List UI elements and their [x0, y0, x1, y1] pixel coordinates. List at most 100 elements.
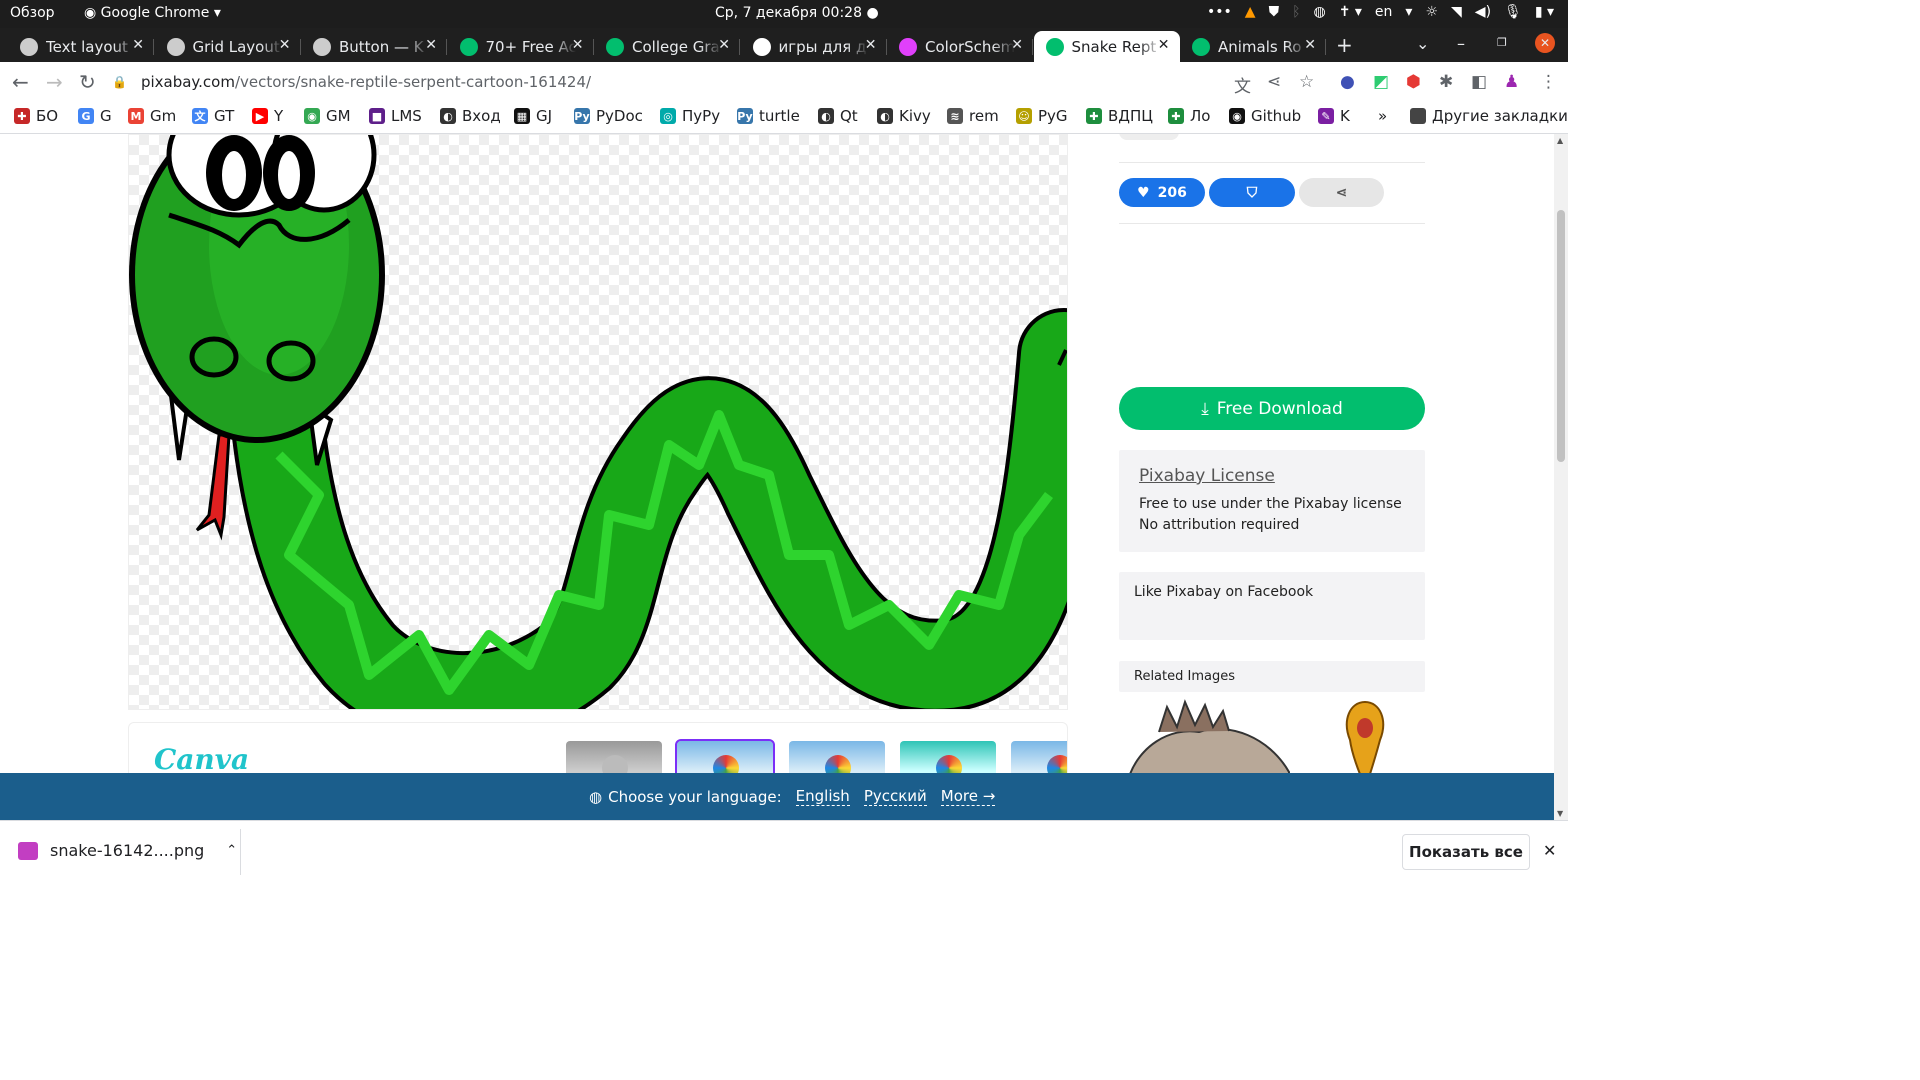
shield-icon[interactable]: ⛊ [1269, 4, 1280, 20]
bookmark-item[interactable]: Py turtle [737, 107, 800, 125]
extensions-puzzle-icon[interactable]: ✱ [1439, 72, 1453, 92]
side-panel-icon[interactable]: ◧ [1471, 72, 1487, 92]
bookmark-item[interactable]: ▶ Y [252, 107, 283, 125]
main-image[interactable] [128, 134, 1068, 710]
address-bar[interactable]: 🔒 pixabay.com/vectors/snake-reptile-serp… [112, 67, 1224, 97]
profile-avatar[interactable]: ♟ [1504, 72, 1519, 92]
bookmark-item[interactable]: 文 GT [192, 107, 234, 125]
bookmark-item[interactable]: Py PyDoc [574, 107, 643, 125]
accessibility-icon[interactable]: ✝ ▾ [1339, 4, 1362, 20]
browser-tab[interactable]: Button — K ✕ [301, 31, 447, 62]
battery-icon[interactable]: ▮ ▾ [1535, 4, 1554, 20]
bluetooth-icon[interactable]: ᛒ [1292, 4, 1300, 20]
bookmark-star-icon[interactable]: ☆ [1299, 72, 1314, 92]
language-option-more[interactable]: More → [940, 787, 996, 806]
other-bookmarks-folder[interactable]: Другие закладки [1410, 107, 1568, 125]
volume-icon[interactable]: ◀) [1475, 4, 1491, 20]
close-tab-icon[interactable]: ✕ [1158, 37, 1170, 53]
bookmark-item[interactable]: ✎ K [1318, 107, 1350, 125]
related-image-dinosaur[interactable] [1119, 697, 1299, 773]
scroll-down-icon[interactable]: ▼ [1557, 809, 1563, 818]
close-tab-icon[interactable]: ✕ [279, 37, 291, 53]
extension-icon[interactable]: ◩ [1373, 72, 1389, 92]
share-button[interactable]: ⋖ [1299, 178, 1384, 207]
bookmark-item[interactable]: ☺ PyG [1016, 107, 1068, 125]
close-tab-icon[interactable]: ✕ [425, 37, 437, 53]
clock[interactable]: Ср, 7 декабря 00:28 ● [715, 5, 879, 21]
reload-button[interactable]: ↻ [79, 70, 96, 94]
canva-template-thumb[interactable] [789, 741, 885, 773]
canva-template-thumb[interactable] [900, 741, 996, 773]
bookmarks-overflow-button[interactable]: » [1378, 107, 1387, 125]
canva-template-thumb[interactable] [675, 739, 775, 773]
app-menu[interactable]: ◉ Google Chrome ▾ [84, 5, 221, 21]
bookmark-item[interactable]: ◐ Qt [818, 107, 858, 125]
close-tab-icon[interactable]: ✕ [718, 37, 730, 53]
bookmark-item[interactable]: ◉ Github [1229, 107, 1301, 125]
close-tab-icon[interactable]: ✕ [132, 37, 144, 53]
bookmark-item[interactable]: GG [78, 107, 112, 125]
canva-template-thumb[interactable] [1011, 741, 1067, 773]
browser-tab[interactable]: Animals Ro ✕ [1180, 31, 1326, 62]
brightness-icon[interactable]: ☼ [1425, 4, 1438, 20]
language-option-english[interactable]: English [795, 787, 850, 806]
close-tab-icon[interactable]: ✕ [1011, 37, 1023, 53]
new-tab-button[interactable]: + [1336, 33, 1353, 57]
bookmark-item[interactable]: ✚ БО [14, 107, 58, 125]
canva-template-thumb[interactable] [566, 741, 662, 773]
free-download-button[interactable]: ⤓ Free Download [1119, 387, 1425, 430]
browser-tab[interactable]: College Gra ✕ [594, 31, 740, 62]
close-tab-icon[interactable]: ✕ [1304, 37, 1316, 53]
language-option-russian[interactable]: Русский [863, 787, 927, 806]
browser-tab[interactable]: игры для д ✕ [741, 31, 887, 62]
browser-tab[interactable]: Text layout ✕ [8, 31, 154, 62]
chevron-down-icon[interactable]: ▾ [1405, 4, 1412, 20]
bookmark-item[interactable]: ▦ GJ [514, 107, 552, 125]
close-shelf-icon[interactable]: ✕ [1543, 841, 1556, 860]
forward-button[interactable]: → [46, 70, 63, 94]
canva-banner[interactable]: Canva [128, 722, 1068, 773]
page-scrollbar[interactable]: ▲ ▼ [1554, 134, 1568, 820]
lock-icon[interactable]: 🔒 [112, 75, 127, 89]
browser-tab[interactable]: Grid Layout ✕ [155, 31, 301, 62]
related-image-cobra[interactable] [1340, 700, 1390, 773]
more-icon[interactable]: ••• [1207, 4, 1232, 20]
save-to-collection-button[interactable]: ⛉ [1209, 178, 1295, 207]
bookmark-item[interactable]: ◐ Kivy [877, 107, 931, 125]
bookmark-item[interactable]: ■ LMS [369, 107, 422, 125]
download-item[interactable]: snake-16142....png ⌃ [18, 841, 237, 860]
show-all-downloads-button[interactable]: Показать все [1402, 834, 1530, 870]
scroll-up-icon[interactable]: ▲ [1557, 136, 1563, 145]
close-window-button[interactable]: ✕ [1535, 33, 1555, 53]
close-tab-icon[interactable]: ✕ [865, 37, 877, 53]
vlc-icon[interactable]: ▲ [1245, 4, 1256, 20]
bookmark-item[interactable]: ✚ ВДПЦ [1086, 107, 1153, 125]
tab-search-icon[interactable]: ⌄ [1416, 34, 1429, 53]
maximize-button[interactable]: ❐ [1497, 36, 1507, 49]
license-link[interactable]: Pixabay License [1139, 466, 1275, 486]
bookmark-item[interactable]: ◐ Вход [440, 107, 501, 125]
minimize-button[interactable]: – [1457, 34, 1465, 53]
bookmark-item[interactable]: M Gm [128, 107, 176, 125]
activities-button[interactable]: Обзор [10, 5, 55, 21]
scrollbar-thumb[interactable] [1557, 210, 1565, 462]
share-icon[interactable]: ⋖ [1267, 72, 1281, 92]
bookmark-item[interactable]: ◉ GM [304, 107, 351, 125]
browser-tab[interactable]: ColorSchem ✕ [887, 31, 1033, 62]
extension-icon[interactable]: ● [1340, 72, 1355, 92]
bookmark-item[interactable]: ≋ rem [947, 107, 999, 125]
extension-badge-icon[interactable]: ⬢ [1406, 72, 1421, 92]
close-tab-icon[interactable]: ✕ [572, 37, 584, 53]
facebook-like-label[interactable]: Like Pixabay on Facebook [1134, 584, 1313, 600]
globe-icon[interactable]: ◍ [1313, 4, 1325, 20]
menu-icon[interactable]: ⋮ [1540, 72, 1557, 92]
keyboard-layout[interactable]: en [1375, 4, 1393, 20]
microphone-icon[interactable]: 🎙 [1504, 4, 1522, 20]
chevron-up-icon[interactable]: ⌃ [226, 843, 237, 858]
back-button[interactable]: ← [12, 70, 29, 94]
browser-tab[interactable]: Snake Rept ✕ [1033, 31, 1180, 62]
wifi-icon[interactable]: ◥ [1451, 4, 1462, 20]
browser-tab[interactable]: 70+ Free Ac ✕ [448, 31, 594, 62]
translate-icon[interactable]: 文 [1234, 72, 1251, 97]
bookmark-item[interactable]: ◎ ПуРу [660, 107, 720, 125]
